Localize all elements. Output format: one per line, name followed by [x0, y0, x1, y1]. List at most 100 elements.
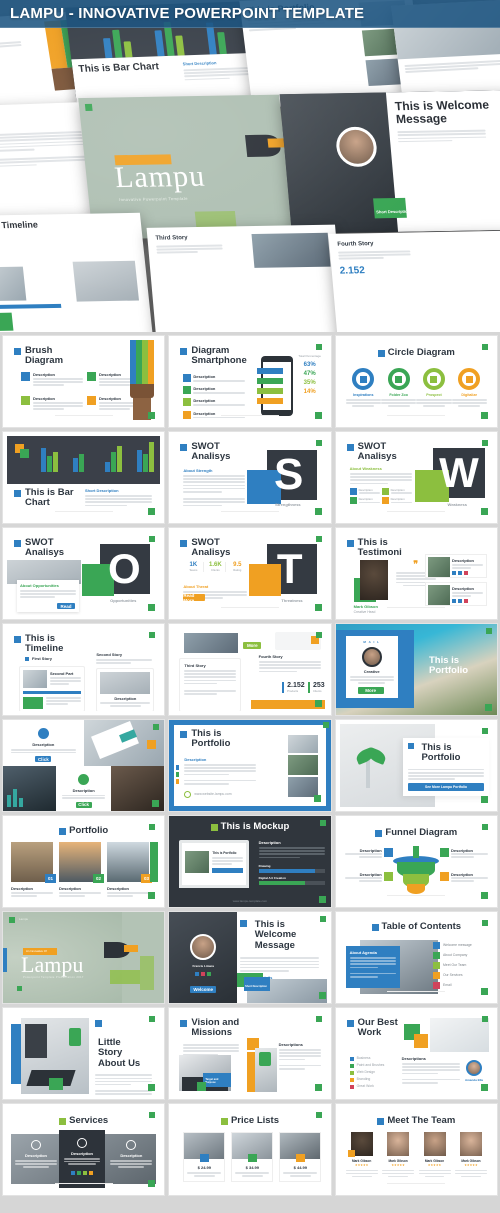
slide-card-bar-chart[interactable]: This is Bar Chart Short Description	[2, 431, 166, 524]
slide-card-price-lists[interactable]: Price Lists $ 24.99 $ 34.99 $ 44.99	[168, 1103, 332, 1196]
toc-item[interactable]: About Company	[432, 952, 489, 959]
click-button[interactable]: Click	[35, 756, 52, 763]
read-button[interactable]: Read	[57, 603, 75, 609]
price-card[interactable]: $ 24.99	[183, 1132, 226, 1182]
slide-card-mockup[interactable]: This is Mockup This is Portfolio Descrip…	[168, 815, 332, 908]
item-swatch	[183, 410, 192, 419]
toc-item[interactable]: Welcome message	[432, 942, 489, 949]
slide-card-our-best-work[interactable]: Our Best Work Business Paint and Brushes	[334, 1007, 498, 1100]
slide-title: Little Story About Us	[98, 1037, 141, 1069]
second-story-label: Second Story	[96, 652, 123, 657]
slide-logo-icon	[346, 540, 354, 547]
hero-slide-timeline: This is Timeline Second Part	[0, 212, 153, 332]
item-swatch	[383, 848, 393, 857]
item-label: Great Work	[356, 1084, 374, 1089]
work-item: Paint and Brushes	[349, 1063, 398, 1068]
slide-card-little-story[interactable]: Little Story About Us 300 Slides 215	[2, 1007, 166, 1100]
person-role: Creative Head	[353, 610, 376, 614]
slide-card-swot-opportunities[interactable]: SWOT Analisys About Opportunities Read O…	[2, 527, 166, 620]
hero-slide-stats: Fourth Story 2.152	[328, 230, 500, 332]
slide-card-portfolio-hero[interactable]: M A I L Creative More This is Portfolio	[334, 623, 498, 716]
slide-card-funnel-diagram[interactable]: Funnel Diagram Description Description D…	[334, 815, 498, 908]
slide-title: This is Testimoni	[357, 537, 402, 559]
slide-card-timeline-2[interactable]: More Third Story Fourth Story 2.152 Prod…	[168, 623, 332, 716]
click-button[interactable]: Click	[75, 801, 92, 808]
story-card: Second Part	[19, 666, 85, 711]
slide-photo: Francis Limara Welcome	[169, 912, 238, 1003]
slide-card-circle-diagram[interactable]: Circle Diagram Inspirations Folder Zoo P…	[334, 335, 498, 428]
item-swatch	[21, 396, 30, 405]
block-title: Second Part	[50, 671, 74, 676]
read-more-button[interactable]: Read More	[183, 593, 206, 603]
item-swatch	[349, 488, 357, 495]
hero-slide-welcome: This is Welcome Message Short Descriptio…	[279, 90, 500, 234]
slide-card-lampu-title[interactable]: Lampu An Innovative Of Lampu Powerpoint …	[2, 911, 166, 1004]
toc-item[interactable]: Our Services	[432, 972, 489, 979]
sub-title: About Strength	[183, 468, 213, 473]
slide-card-portfolio-three[interactable]: Portfolio 01 Description 02 Description …	[2, 815, 166, 908]
slide-card-portfolio-plant[interactable]: This is Portfolio See More Lampu Portfol…	[334, 719, 498, 812]
circle-item: Prospect	[416, 368, 452, 407]
slide-card-testimoni[interactable]: This is Testimoni Mark Gibson Creative H…	[334, 527, 498, 620]
slide-card-portfolio-grid[interactable]: Description Click Description Click	[2, 719, 166, 812]
slide-card-swot-threat[interactable]: SWOT Analisys 1K Teams 1.6K Clients 9.5 …	[168, 527, 332, 620]
slide-card-swot-weakness[interactable]: SWOT Analisys About Weakness Description…	[334, 431, 498, 524]
panel-title: About Agenda	[349, 950, 377, 955]
portfolio-item[interactable]: 01 Description	[11, 842, 56, 898]
slide-card-table-of-contents[interactable]: Table of Contents About Agenda Welcome m…	[334, 911, 498, 1004]
swot-letter: W	[439, 449, 479, 496]
work-item: Great Work	[349, 1084, 398, 1089]
footer-icon	[148, 508, 156, 515]
brand-text: Lampu	[19, 917, 29, 921]
stat-value: 2.152	[287, 682, 305, 689]
hero-collage: This is Bar Chart Short Description This…	[0, 0, 500, 332]
slide-card-timeline[interactable]: This is Timeline First Story Second Part	[2, 623, 166, 716]
swot-letter: S	[273, 450, 304, 499]
hero-slide-title: Fourth Story	[337, 241, 374, 248]
link-text[interactable]: www.website-lampu.com	[194, 792, 231, 797]
portfolio-item[interactable]: 02 Description	[59, 842, 104, 898]
stat-label: Rating	[233, 568, 242, 572]
welcome-button[interactable]: Welcome	[190, 986, 217, 993]
toc-item[interactable]: Meet Our Team	[432, 962, 489, 969]
testimonial-card: Description	[424, 582, 487, 606]
slide-card-diagram-smartphone[interactable]: Diagram Smartphone Description Descripti…	[168, 335, 332, 428]
slide-card-welcome-message[interactable]: Francis Limara Welcome This is Welcome M…	[168, 911, 332, 1004]
slide-card-services[interactable]: Services Description Description Descrip…	[2, 1103, 166, 1196]
service-item-featured: Description	[59, 1130, 105, 1188]
overlay-card: This is Portfolio See More Lampu Portfol…	[402, 738, 489, 796]
item-swatch	[21, 372, 30, 381]
stat-item: 253 Clients	[307, 682, 325, 694]
slide-card-swot-strength[interactable]: SWOT Analisys About Strength S Strengthn…	[168, 431, 332, 524]
slide-card-portfolio-frame[interactable]: This is Portfolio Description www.websit…	[168, 719, 332, 812]
price-card[interactable]: $ 34.99	[231, 1132, 274, 1182]
slide-card-meet-the-team[interactable]: Meet The Team Mark Gibson ★★★★★ Mark Gib…	[334, 1103, 498, 1196]
first-story-label: First Story	[32, 656, 53, 661]
bar-label: Drawing	[258, 863, 271, 868]
value-3: 35%	[303, 379, 316, 386]
slide-logo-icon	[59, 827, 67, 835]
corner-icon	[481, 1016, 488, 1022]
sub-title: Description	[184, 757, 207, 762]
item-label: Business	[356, 1056, 371, 1060]
more-button[interactable]: More	[357, 687, 384, 694]
slide-card-vision-missions[interactable]: Vision and Missions Target and Purpose D…	[168, 1007, 332, 1100]
price-card[interactable]: $ 44.99	[279, 1132, 322, 1182]
item-label: Our Services	[442, 972, 463, 977]
more-button[interactable]: More	[243, 642, 262, 649]
legend-title: Total Percentage	[298, 354, 321, 358]
see-more-button[interactable]: See More Lampu Portfolio	[407, 783, 484, 791]
item-label: Description	[24, 1153, 47, 1158]
slide-title: This is Mockup	[220, 821, 290, 832]
slide-card-brush-diagram[interactable]: Brush Diagram Description Description De…	[2, 335, 166, 428]
item-label: Inspirations	[353, 393, 374, 397]
portfolio-item[interactable]: 03 Description	[107, 842, 152, 898]
card-label: Description	[451, 586, 474, 591]
sub-title: About Weakness	[349, 466, 382, 471]
team-member: Mark Gibson ★★★★★	[347, 1132, 451, 1178]
slide-title: SWOT Analisys	[357, 441, 397, 463]
corner-icon	[315, 344, 322, 350]
hero-slide-title: This is Bar Chart	[77, 61, 160, 75]
footer-icon	[318, 896, 326, 903]
desc-title: Descriptions	[401, 1056, 426, 1061]
